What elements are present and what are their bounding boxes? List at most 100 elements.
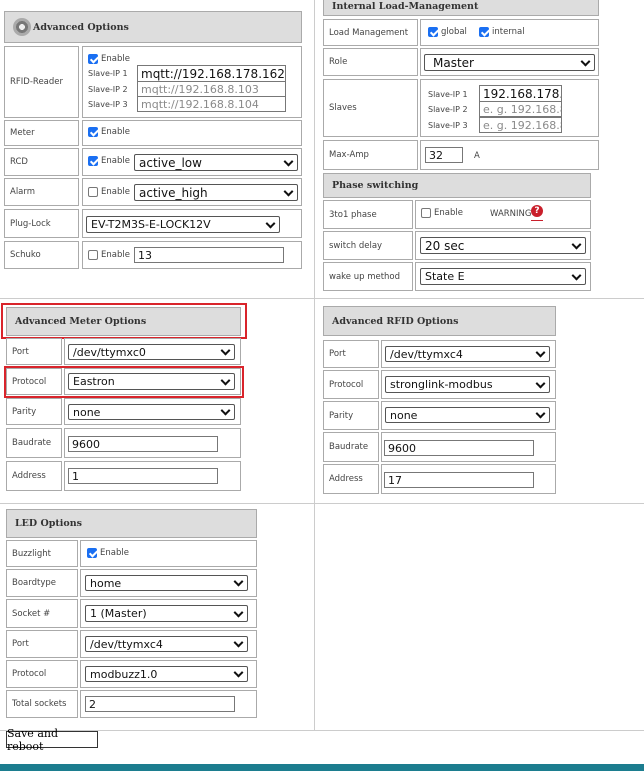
footer-bar	[0, 764, 644, 771]
adv-slave3-label: Slave-IP 3	[88, 100, 128, 109]
slaves-label: Slaves	[323, 79, 418, 137]
adv-slave2-input[interactable]: mqtt://192.168.8.103	[137, 81, 286, 97]
checkbox-checked[interactable]	[88, 54, 98, 64]
row-divider-2	[0, 503, 644, 504]
adv-slave3-input[interactable]: mqtt://192.168.8.104	[137, 96, 286, 112]
checkbox-checked[interactable]	[88, 156, 98, 166]
total-sockets-label: Total sockets	[6, 690, 78, 718]
chevron-down-icon	[571, 239, 582, 250]
gear-icon	[13, 18, 31, 36]
alarm-select[interactable]: active_high	[134, 184, 298, 201]
rfid-enable-checkbox[interactable]: Enable	[88, 54, 130, 64]
rfid-port-select[interactable]: /dev/ttymxc4	[385, 346, 550, 362]
meter-baudrate-input[interactable]: 9600	[68, 436, 218, 452]
chevron-down-icon	[233, 667, 244, 678]
meter-protocol-highlight	[4, 366, 244, 398]
three-to-one-enable-checkbox[interactable]: Enable	[421, 208, 463, 218]
adv-slave1-input[interactable]: mqtt://192.168.178.162	[137, 65, 286, 82]
meter-parity-label: Parity	[6, 398, 62, 425]
meter-label: Meter	[4, 120, 79, 146]
led-protocol-select[interactable]: modbuzz1.0	[85, 666, 248, 682]
load-slave3-label: Slave-IP 3	[428, 121, 468, 130]
role-label: Role	[323, 48, 418, 76]
warning-underline	[531, 220, 543, 221]
wake-method-label: wake up method	[323, 262, 413, 291]
row-divider-1	[0, 298, 644, 299]
rfid-baudrate-input[interactable]: 9600	[384, 440, 534, 456]
boardtype-label: Boardtype	[6, 569, 78, 597]
chevron-down-icon	[265, 218, 276, 229]
rfid-address-input[interactable]: 17	[384, 472, 534, 488]
buzzlight-label: Buzzlight	[6, 540, 78, 567]
role-select[interactable]: Master	[424, 54, 595, 71]
schuko-enable-checkbox[interactable]: Enable	[88, 250, 130, 260]
schuko-label: Schuko	[4, 241, 79, 269]
maxamp-input[interactable]: 32	[425, 147, 463, 163]
phase-switching-header: Phase switching	[323, 173, 591, 198]
pluglock-label: Plug-Lock	[4, 209, 79, 238]
led-port-label: Port	[6, 630, 78, 658]
load-global-checkbox[interactable]: global	[428, 27, 467, 37]
rcd-select[interactable]: active_low	[134, 154, 298, 171]
load-management-label: Load Management	[323, 19, 418, 46]
chevron-down-icon	[220, 405, 231, 416]
checkbox-unchecked[interactable]	[88, 250, 98, 260]
alarm-enable-checkbox[interactable]: Enable	[88, 187, 130, 197]
checkbox-checked[interactable]	[87, 548, 97, 558]
chevron-down-icon	[535, 347, 546, 358]
checkbox-checked[interactable]	[479, 27, 489, 37]
rfid-port-label: Port	[323, 340, 379, 368]
warning-text: WARNING	[490, 209, 532, 219]
save-and-reboot-button[interactable]: Save and reboot	[6, 727, 98, 753]
meter-parity-select[interactable]: none	[68, 404, 235, 420]
chevron-down-icon	[283, 156, 294, 167]
meter-address-input[interactable]: 1	[68, 468, 218, 484]
rfid-parity-select[interactable]: none	[385, 407, 550, 423]
rfid-options-header: Advanced RFID Options	[323, 306, 556, 336]
rfid-baudrate-label: Baudrate	[323, 432, 379, 462]
total-sockets-input[interactable]: 2	[85, 696, 235, 712]
alarm-label: Alarm	[4, 178, 79, 206]
led-protocol-label: Protocol	[6, 660, 78, 688]
socket-select[interactable]: 1 (Master)	[85, 605, 248, 622]
schuko-input[interactable]: 13	[134, 247, 284, 263]
meter-port-label: Port	[6, 338, 62, 365]
load-slave1-input[interactable]: 192.168.178.1	[479, 85, 562, 102]
checkbox-checked[interactable]	[88, 127, 98, 137]
led-port-select[interactable]: /dev/ttymxc4	[85, 636, 248, 652]
checkbox-unchecked[interactable]	[88, 187, 98, 197]
chevron-down-icon	[580, 56, 591, 67]
wake-method-select[interactable]: State E	[420, 268, 586, 285]
rfid-parity-label: Parity	[323, 401, 379, 430]
rfid-reader-label: RFID-Reader	[4, 46, 79, 118]
pluglock-select[interactable]: EV-T2M3S-E-LOCK12V	[86, 216, 280, 233]
load-slave3-input[interactable]: e. g. 192.168.8	[479, 117, 562, 133]
load-slave2-input[interactable]: e. g. 192.168.8	[479, 101, 562, 117]
meter-options-highlight	[1, 303, 247, 339]
meter-enable-checkbox[interactable]: Enable	[88, 127, 130, 137]
rcd-label: RCD	[4, 148, 79, 176]
chevron-down-icon	[233, 576, 244, 587]
meter-address-label: Address	[6, 461, 62, 491]
chevron-down-icon	[535, 378, 546, 389]
maxamp-label: Max-Amp	[323, 140, 418, 170]
adv-slave2-label: Slave-IP 2	[88, 85, 128, 94]
maxamp-unit: A	[474, 151, 480, 161]
three-to-one-label: 3to1 phase	[323, 200, 413, 229]
chevron-down-icon	[535, 408, 546, 419]
rfid-address-label: Address	[323, 464, 379, 494]
rfid-protocol-select[interactable]: stronglink-modbus	[385, 376, 550, 393]
load-internal-checkbox[interactable]: internal	[479, 27, 525, 37]
meter-port-select[interactable]: /dev/ttymxc0	[68, 344, 235, 360]
chevron-down-icon	[233, 637, 244, 648]
rcd-enable-checkbox[interactable]: Enable	[88, 156, 130, 166]
checkbox-checked[interactable]	[428, 27, 438, 37]
adv-slave1-label: Slave-IP 1	[88, 69, 128, 78]
switch-delay-select[interactable]: 20 sec	[420, 237, 586, 254]
warning-help-icon[interactable]: ?	[531, 205, 543, 217]
load-management-header: Internal Load-Management	[323, 0, 599, 16]
advanced-options-title: Advanced Options	[33, 21, 129, 33]
buzzlight-enable-checkbox[interactable]: Enable	[87, 548, 129, 558]
boardtype-select[interactable]: home	[85, 575, 248, 591]
checkbox-unchecked[interactable]	[421, 208, 431, 218]
